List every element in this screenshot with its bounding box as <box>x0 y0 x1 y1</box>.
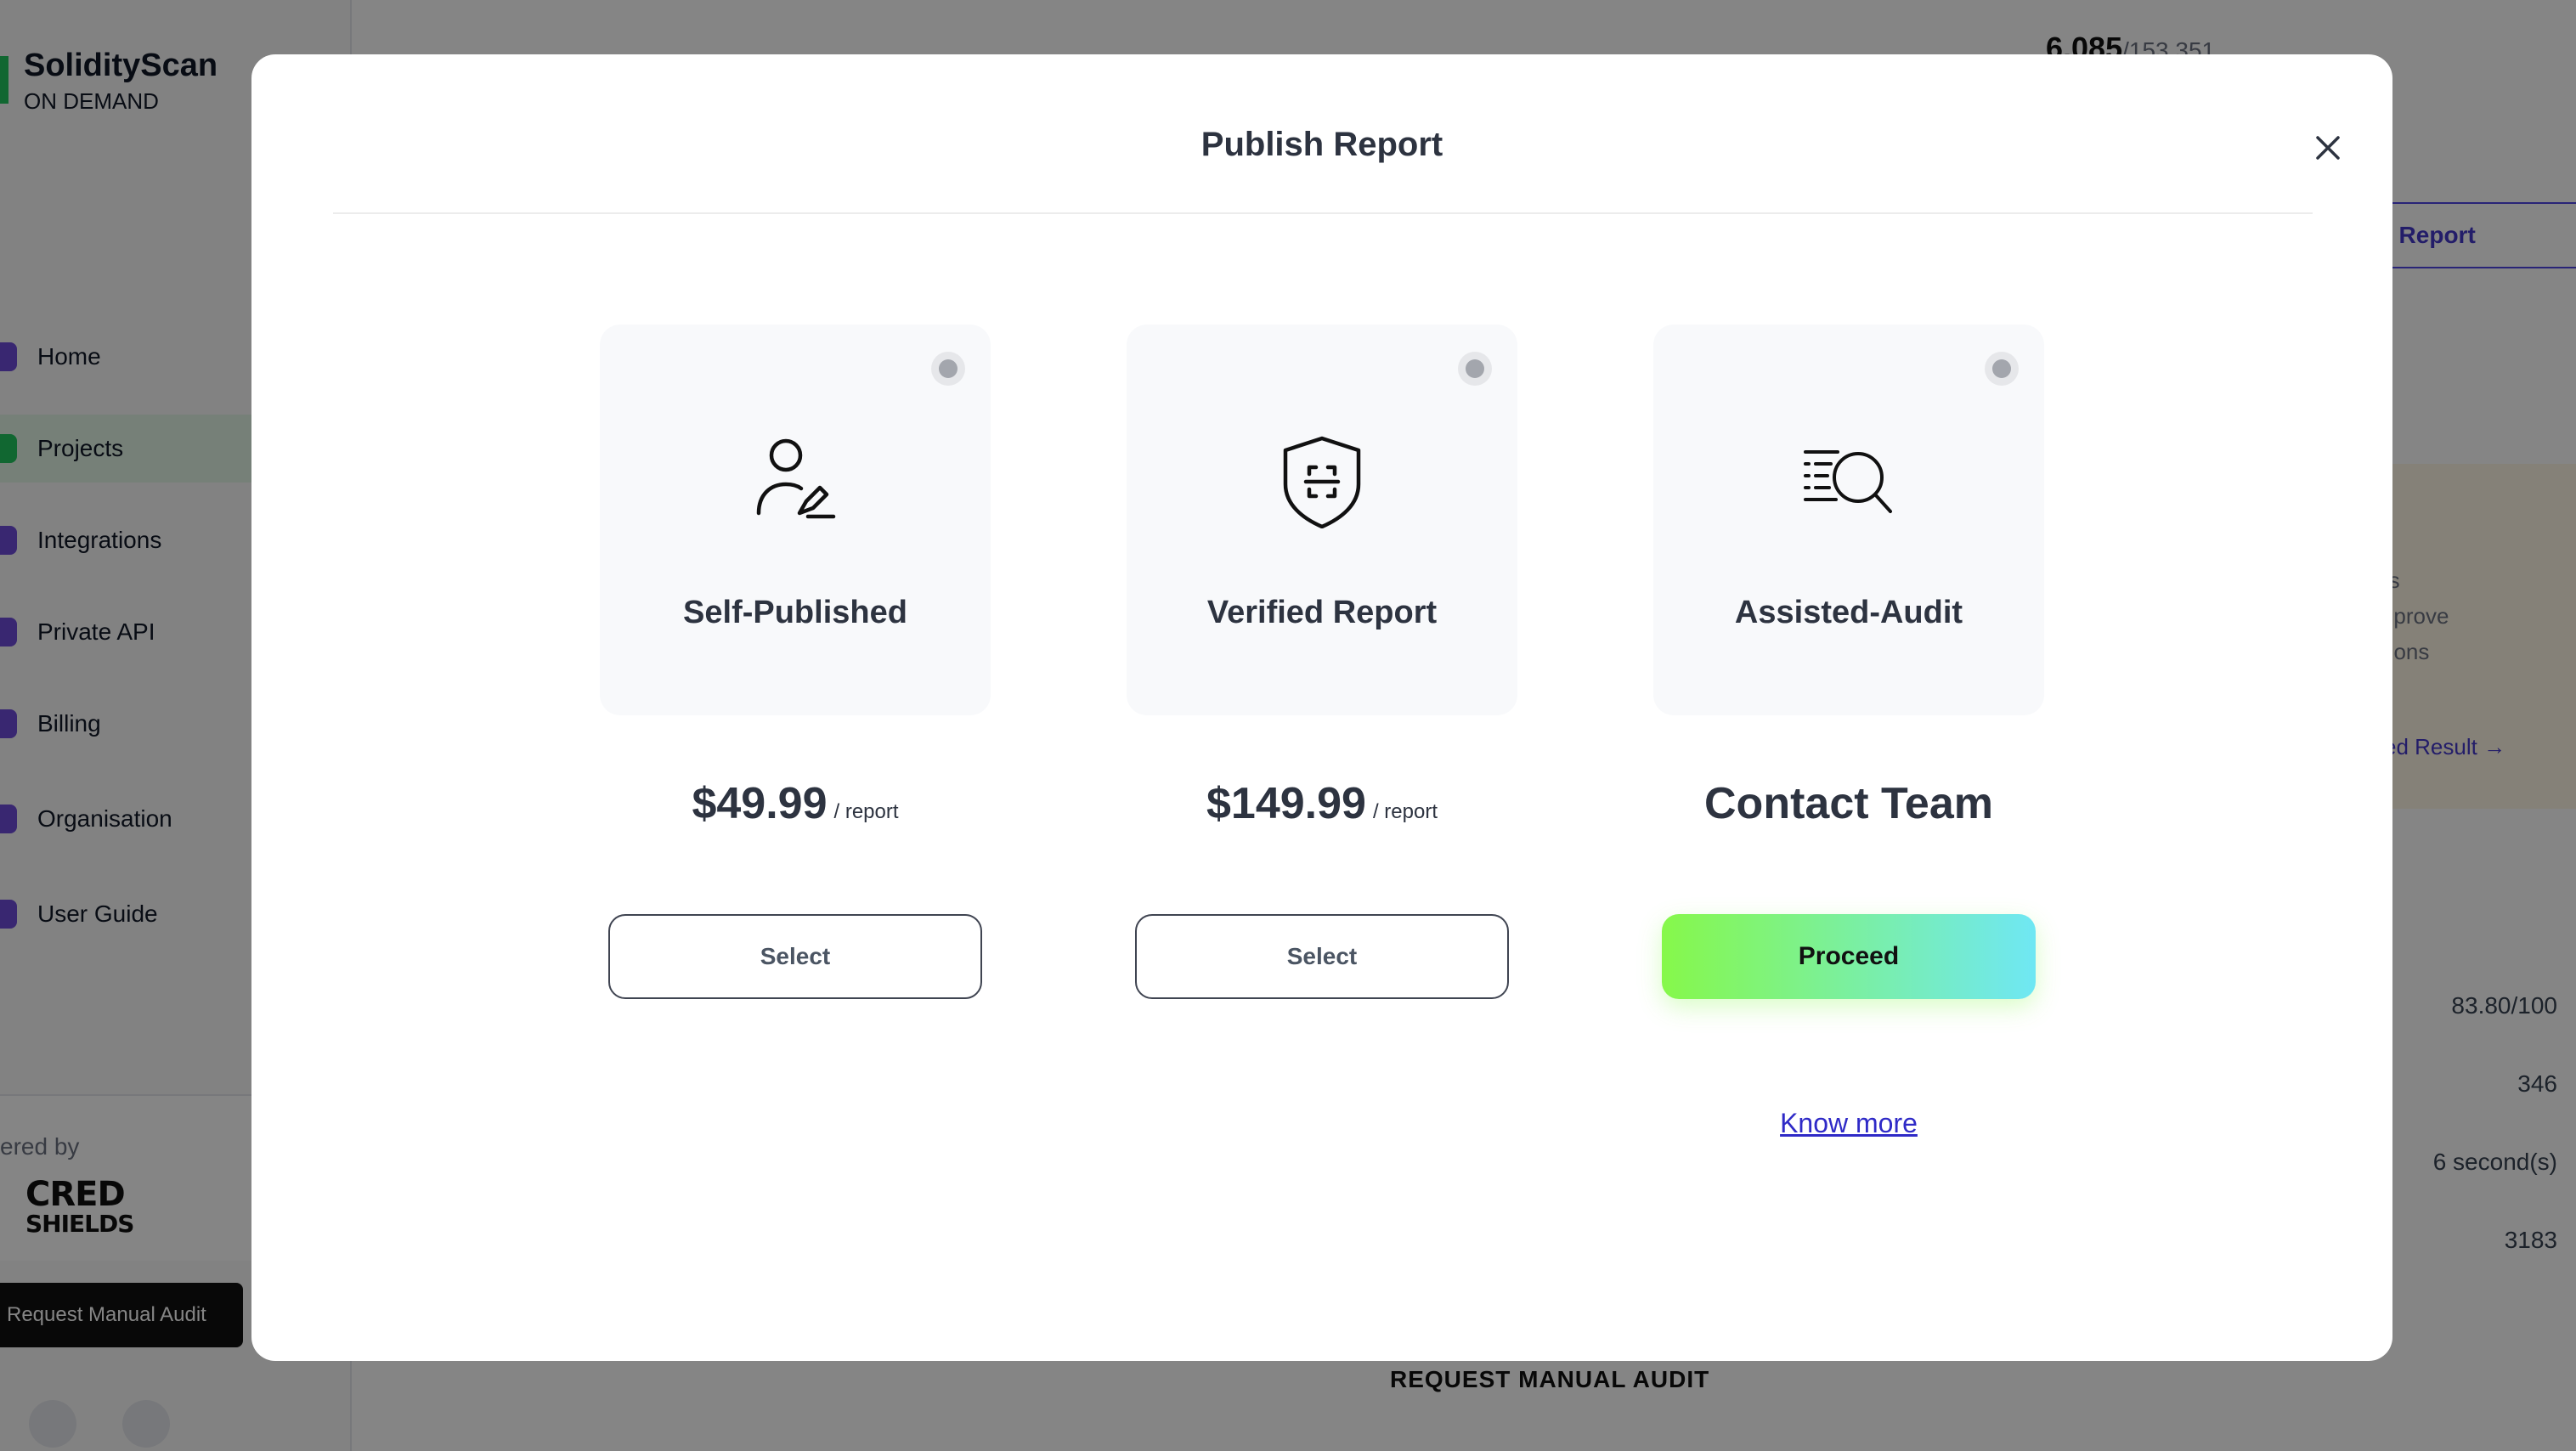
option-assisted-audit[interactable]: Assisted-Audit <box>1653 325 2044 715</box>
modal-title: Publish Report <box>1200 126 1443 163</box>
select-self-published-button[interactable]: Select <box>608 914 982 999</box>
publish-report-modal: Publish Report Self-Published Verified R <box>251 54 2392 1361</box>
proceed-button[interactable]: Proceed <box>1662 914 2036 999</box>
option-self-published[interactable]: Self-Published <box>600 325 991 715</box>
price-verified-report: $149.99/ report <box>1206 779 1438 828</box>
list-search-icon <box>1802 435 1895 528</box>
close-icon[interactable] <box>2308 127 2348 168</box>
know-more-link[interactable]: Know more <box>1653 1108 2044 1139</box>
radio-assisted-audit[interactable] <box>1985 352 2019 386</box>
price-contact-team: Contact Team <box>1704 779 1993 828</box>
radio-self-published[interactable] <box>931 352 965 386</box>
option-label: Verified Report <box>1206 595 1438 630</box>
option-verified-report[interactable]: Verified Report <box>1127 325 1517 715</box>
price-self-published: $49.99/ report <box>692 779 899 828</box>
user-edit-icon <box>749 435 842 528</box>
option-label: Self-Published <box>683 595 907 630</box>
option-label: Assisted-Audit <box>1734 595 1963 630</box>
radio-verified-report[interactable] <box>1458 352 1492 386</box>
select-verified-report-button[interactable]: Select <box>1135 914 1509 999</box>
shield-scan-icon <box>1275 435 1369 529</box>
modal-divider <box>333 212 2313 214</box>
